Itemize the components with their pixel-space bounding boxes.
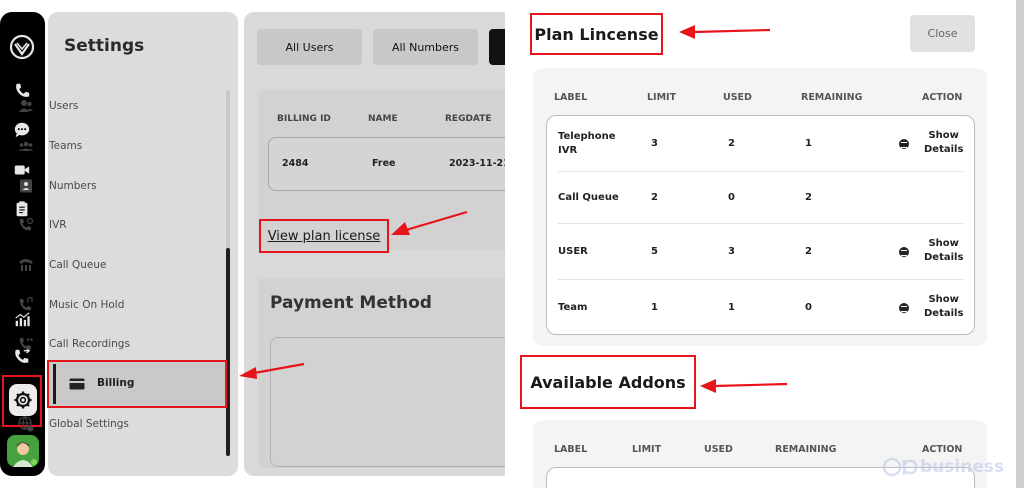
sidebar-item-label: Call Recordings xyxy=(49,338,130,350)
col-header-limit: LIMIT xyxy=(647,92,677,103)
tab-all-users[interactable]: All Users xyxy=(257,29,362,65)
sidebar-item-label: Global Settings xyxy=(49,418,129,430)
details-icon[interactable] xyxy=(899,247,909,257)
call-queue-icon xyxy=(19,259,33,271)
col-header-action: ACTION xyxy=(922,92,963,103)
addons-col-header-action: ACTION xyxy=(922,444,963,455)
row-remaining-cell: 1 xyxy=(805,138,812,149)
active-indicator xyxy=(53,364,56,404)
sidebar-scroll-thumb[interactable] xyxy=(226,248,230,456)
plan-license-title: Plan Lincense xyxy=(534,24,659,44)
sidebar-item-label: Users xyxy=(49,100,79,112)
row-limit-cell: 1 xyxy=(651,302,658,313)
call-recordings-icon xyxy=(19,338,33,350)
close-button[interactable]: Close xyxy=(910,15,975,52)
watermark-text: business xyxy=(920,457,1005,477)
sidebar-item-billing[interactable]: Billing xyxy=(47,360,227,408)
sidebar-item-label: Music On Hold xyxy=(49,299,125,311)
annotation-arrow-icon xyxy=(679,25,771,39)
show-details-button[interactable]: Show Details xyxy=(924,129,963,157)
settings-button[interactable] xyxy=(9,384,37,416)
details-icon[interactable] xyxy=(899,139,909,149)
sidebar-item-call-queue[interactable]: Call Queue xyxy=(18,255,106,275)
sidebar-item-label: Numbers xyxy=(49,180,97,192)
row-used-cell: 1 xyxy=(728,302,735,313)
global-settings-icon xyxy=(18,416,34,432)
sidebar-item-label: Billing xyxy=(97,377,135,389)
annotation-arrow-icon xyxy=(239,362,305,379)
col-header-used: USED xyxy=(723,92,752,103)
row-label-cell: USER xyxy=(558,246,588,257)
payment-method-box xyxy=(270,337,514,467)
addons-col-header-label: LABEL xyxy=(554,444,588,455)
show-details-button[interactable]: Show Details xyxy=(924,237,963,265)
sidebar-item-ivr[interactable]: IVR xyxy=(18,215,67,235)
plan-license-title-box: Plan Lincense xyxy=(530,13,663,55)
sidebar-item-label: IVR xyxy=(49,219,67,231)
sidebar-item-music-on-hold[interactable]: Music On Hold xyxy=(18,295,124,315)
col-header-remaining: REMAINING xyxy=(801,92,863,103)
row-divider xyxy=(558,223,963,224)
billing-card-icon xyxy=(69,378,85,390)
row-divider xyxy=(558,279,963,280)
billing-header-id: BILLING ID xyxy=(277,114,331,124)
tab-all-numbers[interactable]: All Numbers xyxy=(373,29,478,65)
show-details-button[interactable]: Show Details xyxy=(924,293,963,321)
app-root: Settings Users Teams Numbers IVR Call Qu… xyxy=(0,0,1024,488)
row-used-cell: 2 xyxy=(728,138,735,149)
sidebar-item-label: Teams xyxy=(49,140,83,152)
addons-col-header-limit: LIMIT xyxy=(632,444,662,455)
teams-icon xyxy=(18,141,34,151)
watermark: business xyxy=(882,455,1004,479)
numbers-icon xyxy=(20,179,32,193)
addons-col-header-used: USED xyxy=(704,444,733,455)
sidebar-item-global-settings[interactable]: Global Settings xyxy=(18,414,129,434)
row-used-cell: 3 xyxy=(728,246,735,257)
row-divider xyxy=(558,171,963,172)
view-plan-license-link[interactable]: View plan license xyxy=(259,219,389,253)
watermark-logo-icon xyxy=(882,457,918,477)
row-label-cell: Call Queue xyxy=(558,192,619,203)
row-remaining-cell: 2 xyxy=(805,246,812,257)
details-icon[interactable] xyxy=(899,303,909,313)
row-remaining-cell: 0 xyxy=(805,302,812,313)
payment-method-title: Payment Method xyxy=(270,293,432,313)
billing-id-cell: 2484 xyxy=(282,158,309,169)
annotation-arrow-icon xyxy=(700,379,788,393)
sidebar-item-call-recordings[interactable]: Call Recordings xyxy=(18,334,130,354)
users-icon xyxy=(19,100,33,112)
addons-col-header-remaining: REMAINING xyxy=(775,444,837,455)
settings-title: Settings xyxy=(64,36,145,56)
row-label-cell: Team xyxy=(558,302,588,313)
row-limit-cell: 5 xyxy=(651,246,658,257)
annotation-arrow-icon xyxy=(391,210,468,235)
billing-regdate-cell: 2023-11-21 xyxy=(449,158,510,169)
sidebar-item-numbers[interactable]: Numbers xyxy=(18,176,97,196)
ivr-icon xyxy=(19,217,34,231)
music-on-hold-icon xyxy=(19,297,33,311)
billing-header-name: NAME xyxy=(368,114,398,124)
settings-gear-icon xyxy=(14,391,32,409)
row-limit-cell: 2 xyxy=(651,192,658,203)
billing-name-cell: Free xyxy=(372,158,396,169)
row-remaining-cell: 2 xyxy=(805,192,812,203)
sidebar-item-users[interactable]: Users xyxy=(18,96,78,116)
available-addons-title: Available Addons xyxy=(530,372,686,392)
user-avatar[interactable] xyxy=(7,435,39,467)
avatar-person-icon xyxy=(13,442,37,467)
sidebar-item-teams[interactable]: Teams xyxy=(18,136,82,156)
nav-rail xyxy=(0,12,45,476)
billing-header-regdate: REGDATE xyxy=(445,114,492,124)
available-addons-title-box: Available Addons xyxy=(520,355,696,409)
col-header-label: LABEL xyxy=(554,92,588,103)
row-limit-cell: 3 xyxy=(651,138,658,149)
panel-scrollbar[interactable] xyxy=(1016,0,1024,488)
view-plan-license-label: View plan license xyxy=(267,228,381,244)
app-logo-icon[interactable] xyxy=(9,34,35,60)
row-used-cell: 0 xyxy=(728,192,735,203)
sidebar-item-label: Call Queue xyxy=(49,259,107,271)
row-label-cell: Telephone IVR xyxy=(558,131,616,156)
